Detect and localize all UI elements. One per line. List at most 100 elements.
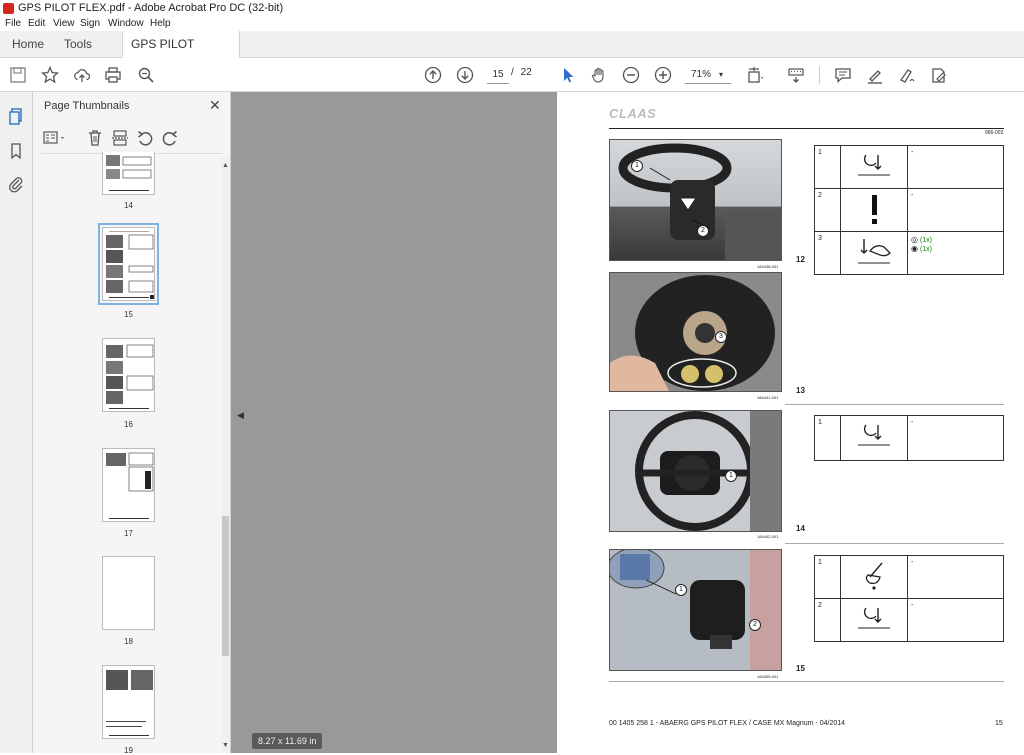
tab-document[interactable]: GPS PILOT FLEX.pdf × xyxy=(122,31,240,78)
thumbnail-page-15[interactable] xyxy=(98,223,159,305)
instruction-table: 1 - xyxy=(814,415,1004,461)
scroll-up-icon[interactable]: ▲ xyxy=(222,162,229,169)
hand-tool-icon[interactable] xyxy=(590,66,608,84)
thumbnail-scrollbar[interactable] xyxy=(221,158,230,753)
step-divider xyxy=(785,543,1004,544)
page-count-label: / 22 xyxy=(511,67,532,78)
row-text: - xyxy=(907,188,1004,232)
page-footer: 00 1405 258 1 - ABAERG GPS PILOT FLEX / … xyxy=(609,720,846,727)
menu-view[interactable]: View xyxy=(53,18,75,29)
fill-sign-icon[interactable] xyxy=(930,66,948,84)
step-divider xyxy=(785,404,1004,405)
zoom-level-select[interactable]: 71% ▾ xyxy=(685,66,731,84)
menu-window[interactable]: Window xyxy=(108,18,144,29)
instruction-table: 1 - 2 - 3 ◎ (1x) ◉ (1x) xyxy=(814,145,1004,275)
photo-steering-wheel-cap xyxy=(609,410,782,532)
window-title: GPS PILOT FLEX.pdf - Adobe Acrobat Pro D… xyxy=(18,2,284,14)
thumbnail-page-14[interactable] xyxy=(102,152,155,195)
scroll-down-icon[interactable]: ▼ xyxy=(222,742,229,749)
header-rule xyxy=(609,128,1004,129)
attachments-icon[interactable] xyxy=(7,175,25,193)
print-icon[interactable] xyxy=(104,66,122,84)
select-cursor-icon[interactable] xyxy=(559,66,577,84)
instruction-table: 1 - 2 - xyxy=(814,555,1004,642)
thumbnail-label: 18 xyxy=(124,637,133,646)
thumbnail-page-16[interactable] xyxy=(102,338,155,412)
photo-steering-column-connector xyxy=(609,549,782,671)
bookmark-star-icon[interactable] xyxy=(40,65,60,84)
footer-rule xyxy=(609,681,1004,682)
thumbnail-page-17[interactable] xyxy=(102,448,155,522)
row-text: - xyxy=(907,598,1004,642)
thumbnail-page-19[interactable] xyxy=(102,665,155,739)
row-text: - xyxy=(907,145,1004,189)
delete-page-icon[interactable] xyxy=(86,129,104,147)
remove-by-hand-icon xyxy=(840,231,908,275)
pdf-page: CLAAS 966-002 1 2 184438-001 12 1 - 2 - … xyxy=(557,92,1024,753)
page-thumbnails-panel: Page Thumbnails ✕ 14 15 16 17 18 19 ▲ ▼ xyxy=(33,92,231,755)
row-number: 3 xyxy=(814,231,841,275)
callout-1: 1 xyxy=(675,584,687,596)
part-quantity: (1x) xyxy=(919,246,932,253)
keyboard-read-icon[interactable] xyxy=(787,66,805,84)
left-navigation-pane xyxy=(0,92,33,753)
menu-sign[interactable]: Sign xyxy=(80,18,100,29)
find-zoom-icon[interactable] xyxy=(137,66,155,84)
tab-home[interactable]: Home xyxy=(12,31,44,58)
save-icon[interactable] xyxy=(9,66,27,84)
remove-bolt-icon xyxy=(840,145,908,189)
row-text: - xyxy=(907,415,1004,461)
zoom-in-icon[interactable] xyxy=(654,66,672,84)
row-number: 1 xyxy=(814,145,841,189)
step-number: 14 xyxy=(796,524,805,533)
parts-list: ◎ (1x) ◉ (1x) xyxy=(907,231,1004,275)
photo-caption: 184441-001 xyxy=(757,395,779,400)
rotate-clockwise-icon[interactable] xyxy=(161,129,179,147)
tab-bar: Home Tools GPS PILOT FLEX.pdf × xyxy=(0,31,1024,78)
zoom-out-icon[interactable] xyxy=(622,66,640,84)
photo-steering-column xyxy=(609,139,782,261)
total-pages: 22 xyxy=(520,67,532,78)
panel-title: Page Thumbnails xyxy=(44,100,130,112)
thumbnail-options-icon[interactable] xyxy=(43,129,69,147)
nut-icon: ◉ xyxy=(911,244,918,253)
next-page-icon[interactable] xyxy=(456,66,474,84)
cloud-upload-icon[interactable] xyxy=(73,66,91,84)
menu-help[interactable]: Help xyxy=(150,18,171,29)
photo-caption: 184442-001 xyxy=(757,534,779,539)
page-separator: / xyxy=(511,67,514,78)
thumbnail-label: 15 xyxy=(124,310,133,319)
highlight-pen-icon[interactable] xyxy=(866,66,884,84)
thumbnail-label: 16 xyxy=(124,420,133,429)
insert-page-icon[interactable] xyxy=(111,129,129,147)
page-number-input[interactable]: 15 xyxy=(487,66,509,84)
row-number: 2 xyxy=(814,598,841,642)
bookmarks-icon[interactable] xyxy=(7,142,25,160)
menu-edit[interactable]: Edit xyxy=(28,18,45,29)
page-thumbnails-icon[interactable] xyxy=(7,107,25,125)
screwdriver-icon xyxy=(840,555,908,599)
acrobat-logo-icon xyxy=(3,3,14,14)
callout-2: 2 xyxy=(749,619,761,631)
thumbnail-page-18[interactable] xyxy=(102,556,155,630)
thumbnail-scrollbar-handle[interactable] xyxy=(222,516,229,656)
photo-steering-hub-washers xyxy=(609,272,782,392)
row-number: 1 xyxy=(814,555,841,599)
callout-2: 2 xyxy=(697,225,709,237)
previous-page-icon[interactable] xyxy=(424,66,442,84)
page-footer-number: 15 xyxy=(995,720,1003,727)
comment-icon[interactable] xyxy=(834,66,852,84)
collapse-panel-chevron-icon[interactable]: ◀ xyxy=(237,410,251,440)
rotate-counterclockwise-icon[interactable] xyxy=(136,129,154,147)
photo-caption: 184438-001 xyxy=(757,264,779,269)
fit-page-icon[interactable] xyxy=(746,66,764,84)
warning-exclamation-icon xyxy=(840,188,908,232)
step-number: 15 xyxy=(796,664,805,673)
close-panel-icon[interactable]: ✕ xyxy=(209,97,221,114)
title-bar: GPS PILOT FLEX.pdf - Adobe Acrobat Pro D… xyxy=(0,0,1024,17)
tab-tools[interactable]: Tools xyxy=(64,31,92,58)
photo-caption: 184309-001 xyxy=(757,674,779,679)
step-number: 13 xyxy=(796,386,805,395)
draw-sign-icon[interactable] xyxy=(898,66,916,84)
menu-file[interactable]: File xyxy=(5,18,21,29)
